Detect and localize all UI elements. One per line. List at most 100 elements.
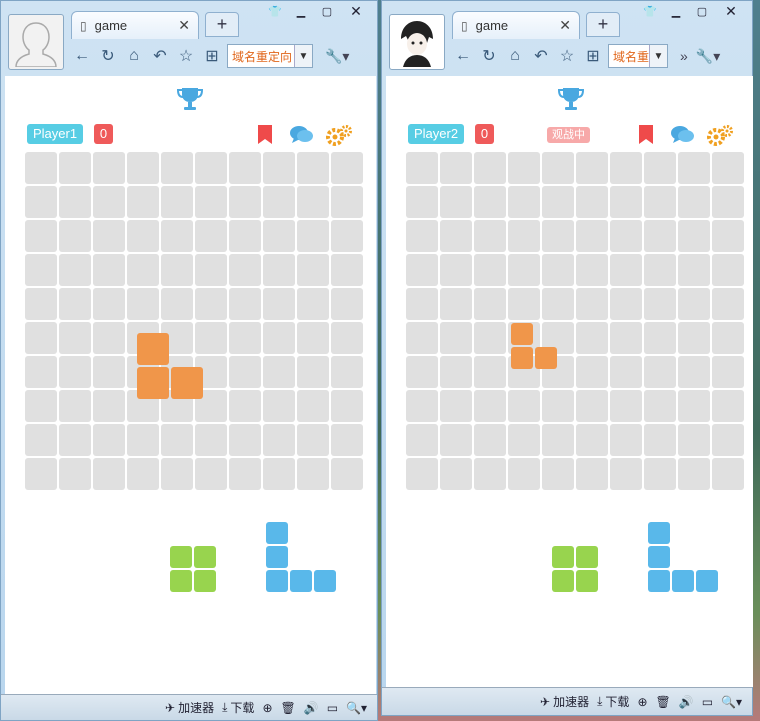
- board-cell: [59, 186, 91, 218]
- undo-icon[interactable]: ↶: [530, 44, 552, 68]
- board-cell: [406, 424, 438, 456]
- volume-icon[interactable]: 🔊: [304, 701, 319, 715]
- medical-kit-icon[interactable]: ⊕: [637, 695, 647, 709]
- board-cell: [229, 186, 261, 218]
- trophy-icon[interactable]: [556, 84, 586, 114]
- game-board: [25, 152, 365, 492]
- window-controls: 👕 ▁ ▢ ✕: [263, 3, 371, 20]
- trash-icon[interactable]: 🗑: [656, 695, 671, 709]
- board-cell: [195, 424, 227, 456]
- download-button[interactable]: ⤓ 下载: [597, 693, 629, 710]
- board-cell: [542, 288, 574, 320]
- board-cell: [474, 390, 506, 422]
- settings-gears-icon[interactable]: [325, 124, 353, 148]
- user-avatar[interactable]: [389, 14, 445, 70]
- board-cell: [25, 458, 57, 490]
- bookmark-icon[interactable]: [255, 124, 275, 146]
- close-tab-icon[interactable]: ✕: [559, 17, 571, 34]
- maximize-button[interactable]: ▢: [690, 3, 714, 20]
- favorite-star-icon[interactable]: ☆: [175, 44, 197, 68]
- board-cell: [93, 458, 125, 490]
- accelerator-button[interactable]: ✈ 加速器: [540, 693, 589, 710]
- chat-icon[interactable]: [289, 124, 315, 146]
- chat-icon[interactable]: [670, 124, 696, 146]
- more-chevron-icon[interactable]: »: [680, 48, 688, 64]
- address-text: 域名重定向: [232, 49, 293, 64]
- board-cell: [229, 288, 261, 320]
- apps-grid-icon[interactable]: ⊞: [201, 44, 223, 68]
- address-bar[interactable]: 域名重 ▼: [608, 44, 668, 68]
- home-icon[interactable]: ⌂: [123, 44, 145, 68]
- board-cell: [93, 424, 125, 456]
- screen-icon[interactable]: ▭: [702, 695, 713, 709]
- new-tab-button[interactable]: +: [586, 12, 620, 37]
- close-tab-icon[interactable]: ✕: [178, 17, 190, 34]
- board-cell: [474, 458, 506, 490]
- home-icon[interactable]: ⌂: [504, 44, 526, 68]
- maximize-button[interactable]: ▢: [315, 3, 339, 20]
- tools-wrench-icon[interactable]: 🔧▾: [325, 48, 349, 65]
- favorite-star-icon[interactable]: ☆: [556, 44, 578, 68]
- board-cell: [440, 186, 472, 218]
- trophy-icon[interactable]: [175, 84, 205, 114]
- user-avatar[interactable]: [8, 14, 64, 70]
- board-cell: [25, 424, 57, 456]
- tools-wrench-icon[interactable]: 🔧▾: [696, 48, 720, 65]
- tab-title: game: [94, 18, 128, 33]
- next-piece-block: [314, 570, 336, 592]
- board-cell: [406, 390, 438, 422]
- apps-grid-icon[interactable]: ⊞: [582, 44, 604, 68]
- close-window-button[interactable]: ✕: [341, 3, 371, 20]
- close-window-button[interactable]: ✕: [716, 3, 746, 20]
- zoom-icon[interactable]: 🔍▾: [721, 695, 742, 709]
- zoom-icon[interactable]: 🔍▾: [346, 701, 367, 715]
- back-icon[interactable]: ←: [71, 44, 93, 68]
- board-cell: [25, 220, 57, 252]
- board-cell: [576, 186, 608, 218]
- volume-icon[interactable]: 🔊: [679, 695, 694, 709]
- board-cell: [331, 322, 363, 354]
- board-cell: [474, 254, 506, 286]
- minimize-button[interactable]: ▁: [289, 3, 313, 20]
- board-cell: [59, 288, 91, 320]
- board-cell: [25, 152, 57, 184]
- bookmark-icon[interactable]: [636, 124, 656, 146]
- settings-gears-icon[interactable]: [706, 124, 734, 148]
- player-hud: Player1 0: [27, 124, 364, 146]
- board-cell: [610, 322, 642, 354]
- rocket-icon: ✈: [540, 694, 551, 709]
- undo-icon[interactable]: ↶: [149, 44, 171, 68]
- trash-icon[interactable]: 🗑: [281, 701, 296, 715]
- board-cell: [678, 322, 710, 354]
- falling-piece-block: [535, 347, 557, 369]
- board-cell: [331, 254, 363, 286]
- tab-game[interactable]: ▯ game ✕: [71, 11, 199, 39]
- board-cell: [406, 220, 438, 252]
- skin-icon[interactable]: 👕: [263, 3, 287, 20]
- accelerator-button[interactable]: ✈ 加速器: [165, 699, 214, 716]
- screen-icon[interactable]: ▭: [327, 701, 338, 715]
- skin-icon[interactable]: 👕: [638, 3, 662, 20]
- next-piece-block: [266, 546, 288, 568]
- refresh-icon[interactable]: ↻: [97, 44, 119, 68]
- board-cell: [263, 424, 295, 456]
- board-cell: [195, 458, 227, 490]
- address-bar[interactable]: 域名重定向 ▼: [227, 44, 313, 68]
- board-cell: [297, 356, 329, 388]
- refresh-icon[interactable]: ↻: [478, 44, 500, 68]
- tab-game[interactable]: ▯ game ✕: [452, 11, 580, 39]
- board-cell: [93, 390, 125, 422]
- board-cell: [297, 424, 329, 456]
- board-cell: [712, 458, 744, 490]
- download-button[interactable]: ⤓ 下载: [222, 699, 254, 716]
- medical-kit-icon[interactable]: ⊕: [262, 701, 272, 715]
- back-icon[interactable]: ←: [452, 44, 474, 68]
- board-cell: [331, 424, 363, 456]
- address-dropdown-icon[interactable]: ▼: [649, 45, 667, 67]
- address-dropdown-icon[interactable]: ▼: [294, 45, 312, 67]
- board-cell: [406, 356, 438, 388]
- avatar-silhouette-icon: [15, 22, 57, 67]
- board-cell: [297, 186, 329, 218]
- new-tab-button[interactable]: +: [205, 12, 239, 37]
- minimize-button[interactable]: ▁: [664, 3, 688, 20]
